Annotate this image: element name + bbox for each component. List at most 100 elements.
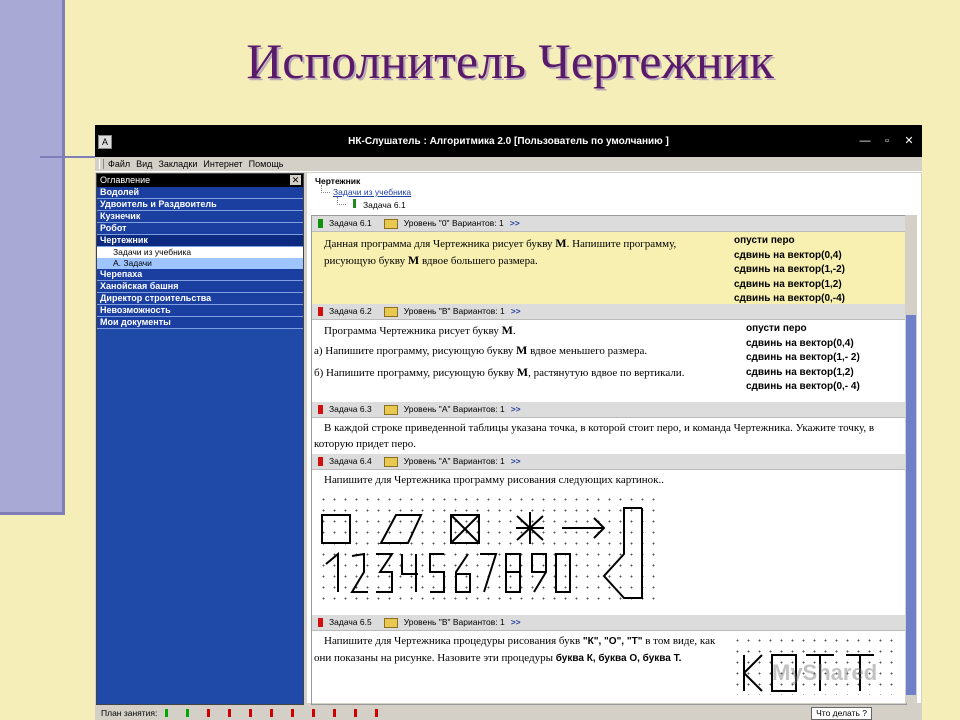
toc-item-cherepakha[interactable]: Черепаха	[97, 269, 303, 281]
task-header[interactable]: Задача 6.5 Уровень "В" Вариантов: 1 >>	[312, 615, 906, 631]
plan-label: План занятия:	[101, 708, 158, 718]
maximize-button[interactable]: ▫	[880, 134, 894, 148]
green-flag-icon	[353, 199, 356, 208]
digit-1	[325, 551, 339, 592]
toc-item-robot[interactable]: Робот	[97, 223, 303, 235]
toc-item-kuznechik[interactable]: Кузнечик	[97, 211, 303, 223]
task-header[interactable]: Задача 6.3 Уровень "А" Вариантов: 1 >>	[312, 402, 906, 418]
plan-flag-icon[interactable]	[165, 709, 168, 717]
expand-arrows-icon[interactable]: >>	[511, 615, 521, 630]
breadcrumb: Чертежник Задачи из учебника Задача 6.1	[307, 173, 921, 215]
digit-8	[505, 553, 521, 593]
plan-flag-icon[interactable]	[375, 709, 378, 717]
task-text: б) Напишите программу, рисующую букву	[314, 367, 514, 379]
menu-internet[interactable]: Интернет	[203, 157, 242, 171]
command-line: опусти перо	[734, 235, 795, 246]
plan-flags	[165, 709, 378, 717]
expand-arrows-icon[interactable]: >>	[511, 454, 521, 469]
task-id: Задача 6.1	[329, 218, 372, 228]
digit-6	[455, 553, 471, 593]
task-variants: Вариантов: 1	[452, 456, 505, 466]
app-window: A НК-Слушатель : Алгоритмика 2.0 [Пользо…	[95, 125, 922, 720]
menu-help[interactable]: Помощь	[249, 157, 284, 171]
menu-file[interactable]: Файл	[108, 157, 130, 171]
command-line: сдвинь на вектор(1,2)	[746, 366, 854, 378]
task-header[interactable]: Задача 6.1 Уровень "0" Вариантов: 1 >>	[312, 216, 906, 232]
task-text: вдвое меньшего размера.	[530, 345, 648, 357]
command-line: сдвинь на вектор(1,2)	[734, 278, 842, 290]
plan-flag-icon[interactable]	[270, 709, 273, 717]
task-body: В каждой строке приведенной таблицы указ…	[312, 418, 906, 454]
toc-item-my-documents[interactable]: Мои документы	[97, 317, 303, 329]
expand-arrows-icon[interactable]: >>	[510, 216, 520, 231]
plan-flag-icon[interactable]	[207, 709, 210, 717]
expand-arrows-icon[interactable]: >>	[511, 402, 521, 417]
task-header[interactable]: Задача 6.4 Уровень "А" Вариантов: 1 >>	[312, 454, 906, 470]
command-line: сдвинь на вектор(0,4)	[746, 337, 854, 349]
toc-item-chertezhnik[interactable]: Чертежник	[97, 235, 303, 247]
task-text: , растянутую вдвое по вертикали.	[528, 367, 685, 379]
toc-item-hanoi[interactable]: Ханойская башня	[97, 281, 303, 293]
toc-subitem-textbook-tasks[interactable]: Задачи из учебника	[97, 247, 303, 258]
task-letter: M	[555, 236, 567, 250]
slide-title: Исполнитель Чертежник	[246, 33, 774, 89]
folder-icon[interactable]	[383, 456, 398, 467]
plan-flag-icon[interactable]	[333, 709, 336, 717]
scrollbar-thumb[interactable]	[906, 315, 916, 695]
status-flag-icon	[318, 405, 323, 414]
command-line: опусти перо	[746, 323, 807, 334]
expand-arrows-icon[interactable]: >>	[511, 304, 521, 319]
task-body: Напишите для Чертежника программу рисова…	[312, 470, 906, 615]
toc-item-udvoitel[interactable]: Удвоитель и Раздвоитель	[97, 199, 303, 211]
status-flag-icon	[318, 307, 323, 316]
plan-flag-icon[interactable]	[249, 709, 252, 717]
breadcrumb-section-link[interactable]: Задачи из учебника	[333, 187, 411, 197]
task-letters: "К", "О", "Т"	[582, 636, 643, 647]
square-drawing	[321, 514, 351, 544]
tree-connector	[321, 185, 330, 193]
task-letter: M	[516, 343, 528, 357]
plan-flag-icon[interactable]	[186, 709, 189, 717]
task-body: Данная программа для Чертежника рисует б…	[312, 232, 906, 304]
task-level: Уровень "0"	[403, 218, 450, 228]
minimize-button[interactable]: —	[858, 134, 872, 148]
breadcrumb-task[interactable]: Задача 6.1	[363, 200, 406, 210]
plan-flag-icon[interactable]	[312, 709, 315, 717]
task-letter: M	[407, 253, 420, 267]
status-bar: План занятия: Что делать ?	[95, 706, 922, 720]
plan-flag-icon[interactable]	[291, 709, 294, 717]
folder-icon[interactable]	[383, 218, 398, 229]
command-list: опусти перо сдвинь на вектор(0,4) сдвинь…	[734, 234, 845, 307]
folder-icon[interactable]	[383, 617, 398, 628]
plan-flag-icon[interactable]	[228, 709, 231, 717]
status-flag-icon	[318, 219, 323, 228]
task-level: Уровень "А"	[403, 404, 451, 414]
menu-bookmarks[interactable]: Закладки	[158, 157, 197, 171]
what-to-do-button[interactable]: Что делать ?	[811, 707, 872, 720]
status-flag-icon	[318, 457, 323, 466]
close-button[interactable]: ✕	[902, 134, 916, 148]
toc-close-button[interactable]: ✕	[290, 175, 301, 185]
task-letter: M	[501, 323, 513, 337]
menu-view[interactable]: Вид	[136, 157, 152, 171]
toc-item-vodoley[interactable]: Водолей	[97, 187, 303, 199]
parallelogram-drawing	[379, 514, 423, 544]
digit-7	[480, 553, 498, 593]
task-id: Задача 6.4	[329, 456, 372, 466]
vertical-scrollbar[interactable]	[905, 215, 917, 703]
toc-header: Оглавление ✕	[97, 174, 303, 187]
cross-lines	[450, 514, 480, 544]
toc-subitem-a-tasks[interactable]: А. Задачи	[97, 258, 303, 269]
arrow-drawing	[562, 517, 606, 539]
toc-item-director[interactable]: Директор строительства	[97, 293, 303, 305]
window-titlebar[interactable]: A НК-Слушатель : Алгоритмика 2.0 [Пользо…	[95, 125, 922, 157]
folder-icon[interactable]	[383, 306, 398, 317]
menu-grip[interactable]	[99, 159, 104, 169]
digit-2	[350, 552, 368, 593]
toc-item-nevozmozhnost[interactable]: Невозможность	[97, 305, 303, 317]
folder-icon[interactable]	[383, 404, 398, 415]
task-variants: Вариантов: 1	[452, 617, 505, 627]
digit-9	[531, 553, 547, 593]
plan-flag-icon[interactable]	[354, 709, 357, 717]
command-line: сдвинь на вектор(1,- 2)	[746, 352, 860, 363]
